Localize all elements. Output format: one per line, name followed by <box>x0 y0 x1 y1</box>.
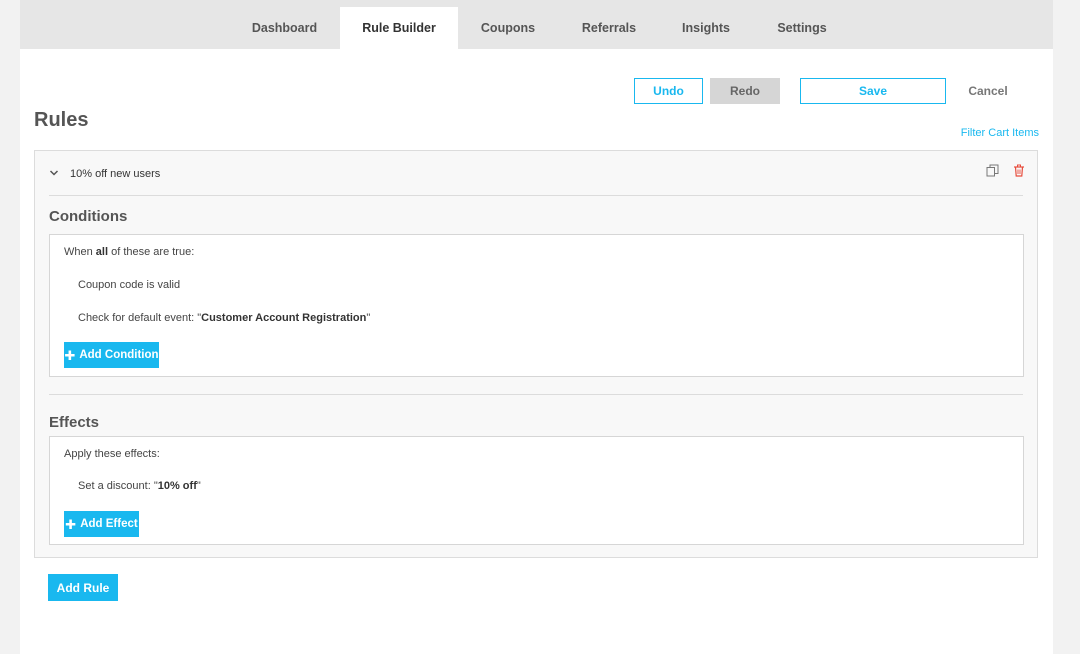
conditions-title: Conditions <box>49 208 128 225</box>
plus-icon: ✚ <box>64 347 76 363</box>
add-rule-button[interactable]: Add Rule <box>48 574 118 601</box>
filter-cart-items-link[interactable]: Filter Cart Items <box>961 127 1039 139</box>
tab-insights[interactable]: Insights <box>668 7 744 49</box>
page-title: Rules <box>34 109 89 131</box>
save-button[interactable]: Save <box>800 78 946 104</box>
chevron-down-icon[interactable] <box>49 168 59 178</box>
tab-coupons[interactable]: Coupons <box>466 7 550 49</box>
add-condition-button[interactable]: ✚ Add Condition <box>64 342 159 368</box>
conditions-box: When all of these are true: Coupon code … <box>49 234 1024 377</box>
rule-name: 10% off new users <box>70 168 161 180</box>
app-frame: Dashboard Rule Builder Coupons Referrals… <box>20 0 1053 654</box>
condition-item: Check for default event: "Customer Accou… <box>78 312 371 324</box>
divider <box>49 394 1023 395</box>
rule-card: 10% off new users Conditions When all of… <box>34 150 1038 558</box>
trash-icon[interactable] <box>1013 164 1025 177</box>
tab-settings[interactable]: Settings <box>760 7 844 49</box>
redo-button[interactable]: Redo <box>710 78 780 104</box>
effects-box: Apply these effects: Set a discount: "10… <box>49 436 1024 545</box>
copy-icon[interactable] <box>986 164 999 177</box>
add-effect-button[interactable]: ✚ Add Effect <box>64 511 139 537</box>
effect-item: Set a discount: "10% off" <box>78 480 201 492</box>
tab-referrals[interactable]: Referrals <box>565 7 653 49</box>
rule-header[interactable]: 10% off new users <box>35 151 1037 196</box>
effects-intro: Apply these effects: <box>64 448 160 460</box>
tab-dashboard[interactable]: Dashboard <box>233 7 336 49</box>
condition-item: Coupon code is valid <box>78 279 181 291</box>
conditions-intro: When all of these are true: <box>64 246 195 258</box>
undo-button[interactable]: Undo <box>634 78 703 104</box>
effects-title: Effects <box>49 414 100 431</box>
plus-icon: ✚ <box>65 516 77 532</box>
divider <box>49 195 1023 196</box>
cancel-button[interactable]: Cancel <box>958 78 1018 104</box>
top-navigation: Dashboard Rule Builder Coupons Referrals… <box>20 0 1053 49</box>
tab-rule-builder[interactable]: Rule Builder <box>340 7 458 49</box>
